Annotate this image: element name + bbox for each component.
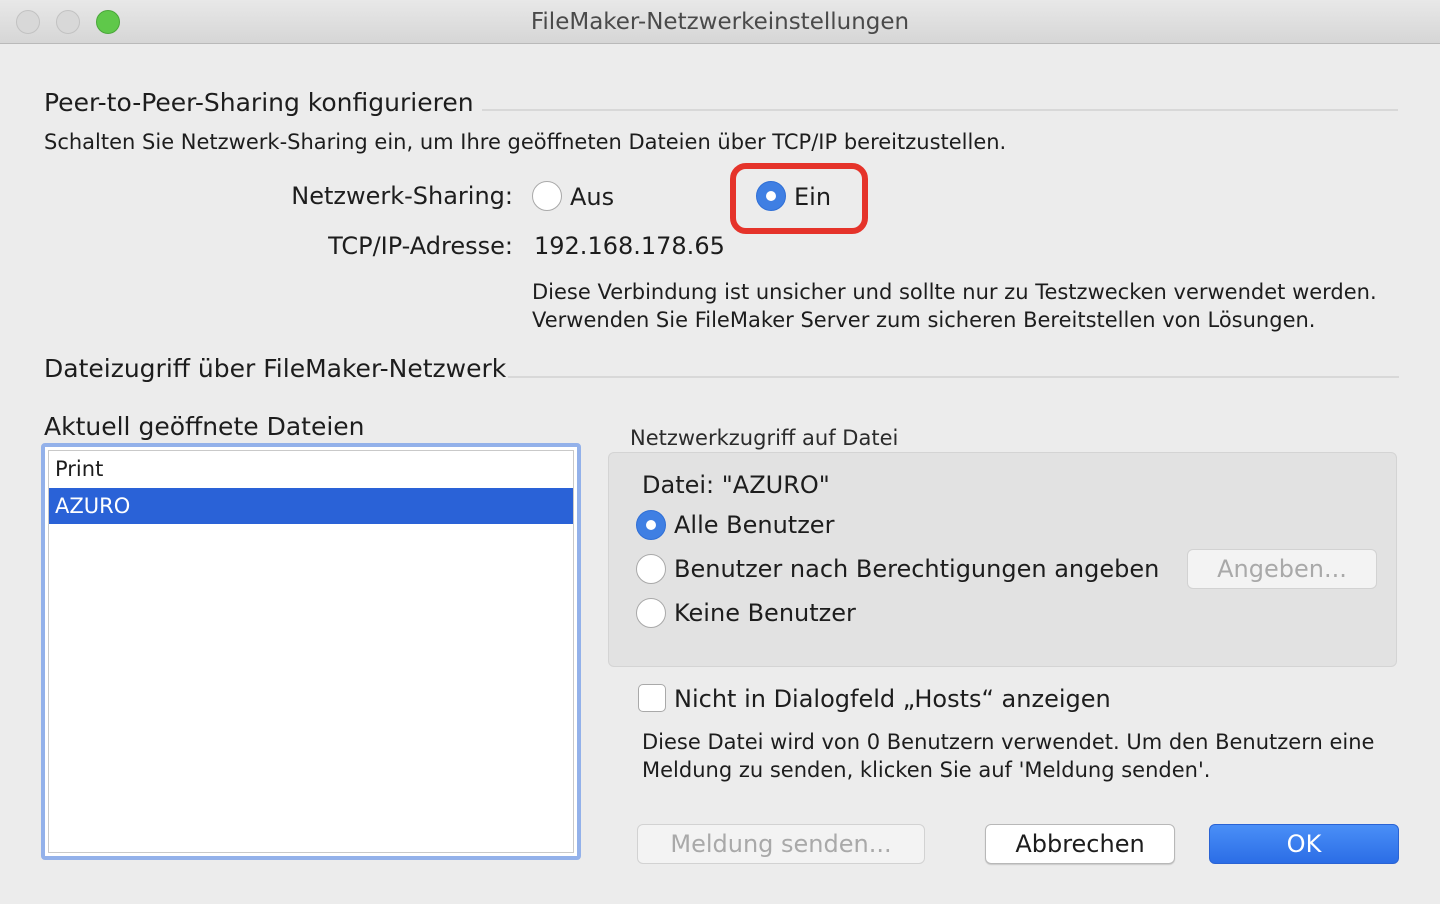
list-item-print[interactable]: Print — [49, 451, 573, 487]
network-access-group-title: Netzwerkzugriff auf Datei — [630, 426, 899, 450]
ip-label: TCP/IP-Adresse: — [328, 232, 513, 260]
open-files-label: Aktuell geöffnete Dateien — [44, 412, 365, 441]
usage-line-1: Diese Datei wird von 0 Benutzern verwend… — [642, 730, 1375, 754]
usage-line-2: Meldung zu senden, klicken Sie auf 'Meld… — [642, 758, 1211, 782]
cancel-button[interactable]: Abbrechen — [985, 824, 1175, 864]
peer-description: Schalten Sie Netzwerk-Sharing ein, um Ih… — [44, 130, 1007, 154]
sharing-off-label[interactable]: Aus — [570, 183, 614, 211]
title-bar: FileMaker-Netzwerkeinstellungen — [0, 0, 1440, 44]
highlight-annotation — [730, 163, 868, 234]
send-message-button[interactable]: Meldung senden... — [637, 824, 925, 864]
access-none-radio[interactable] — [636, 598, 666, 628]
access-section-divider — [508, 376, 1399, 378]
access-section-title: Dateizugriff über FileMaker-Netzwerk — [44, 354, 507, 383]
access-none-label[interactable]: Keine Benutzer — [674, 599, 856, 627]
access-all-users-radio[interactable] — [636, 510, 666, 540]
warning-line-2: Verwenden Sie FileMaker Server zum siche… — [532, 308, 1316, 332]
hide-in-hosts-checkbox[interactable] — [638, 684, 666, 712]
access-privileges-radio[interactable] — [636, 554, 666, 584]
access-all-users-label[interactable]: Alle Benutzer — [674, 511, 834, 539]
peer-section-divider — [482, 109, 1398, 111]
sharing-off-radio[interactable] — [532, 181, 562, 211]
ok-button[interactable]: OK — [1209, 824, 1399, 864]
peer-section-title: Peer-to-Peer-Sharing konfigurieren — [44, 88, 474, 117]
specify-button[interactable]: Angeben... — [1187, 549, 1377, 589]
access-privileges-label[interactable]: Benutzer nach Berechtigungen angeben — [674, 555, 1159, 583]
window-title: FileMaker-Netzwerkeinstellungen — [530, 9, 910, 35]
list-item-azuro[interactable]: AZURO — [49, 488, 573, 524]
selected-file-line: Datei: "AZURO" — [642, 471, 830, 499]
hide-in-hosts-label[interactable]: Nicht in Dialogfeld „Hosts“ anzeigen — [674, 685, 1111, 713]
sharing-label: Netzwerk-Sharing: — [291, 182, 513, 210]
ip-value: 192.168.178.65 — [534, 232, 725, 260]
open-files-list[interactable]: Print AZURO — [41, 443, 581, 860]
warning-line-1: Diese Verbindung ist unsicher und sollte… — [532, 280, 1377, 304]
